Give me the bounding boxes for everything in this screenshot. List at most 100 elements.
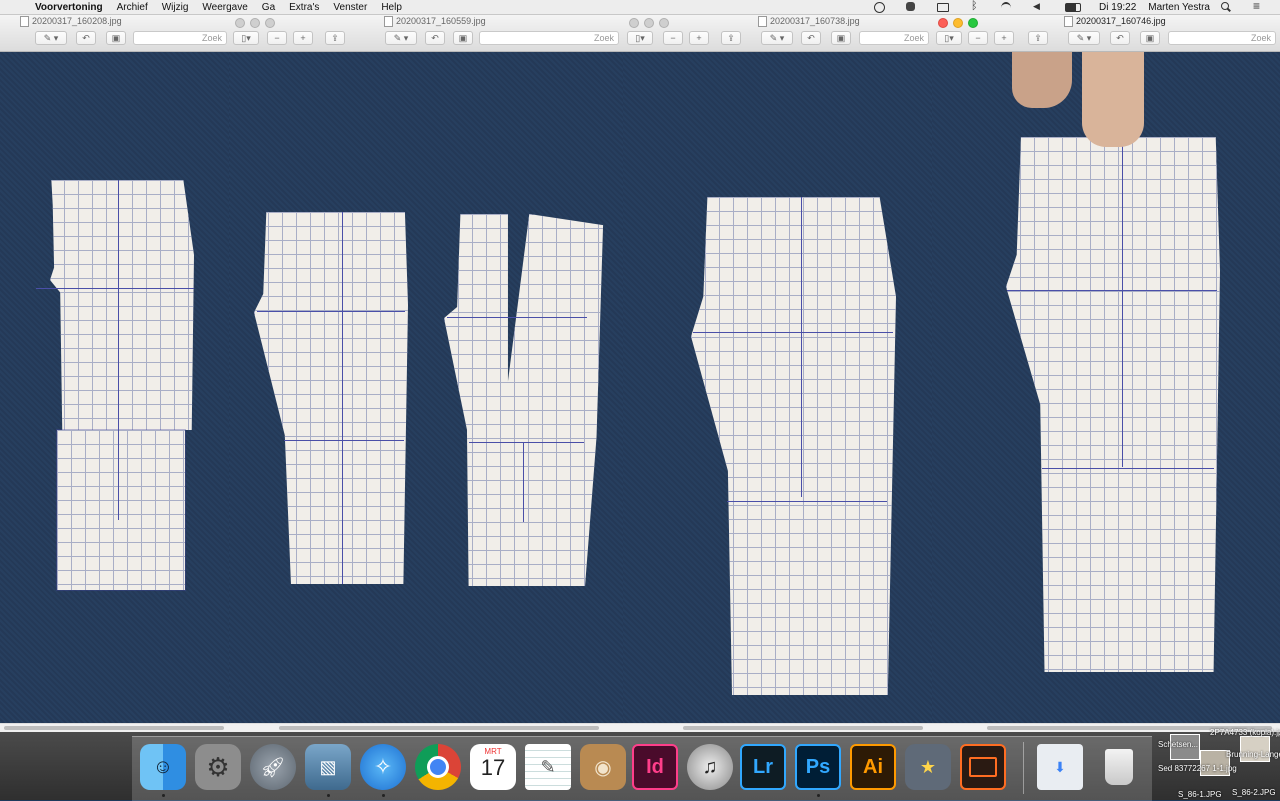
horizontal-scrollbar[interactable] [623, 723, 932, 732]
markup-button[interactable]: ✎ ▾ [761, 31, 793, 45]
menu-app-name[interactable]: Voorvertoning [28, 2, 110, 13]
search-field[interactable]: Zoek [1168, 31, 1276, 45]
close-button[interactable] [938, 18, 948, 28]
lightroom-icon[interactable]: Lr [740, 744, 786, 790]
bluetooth-icon[interactable] [969, 0, 993, 12]
time-machine-icon[interactable] [937, 2, 961, 12]
notification-center-icon[interactable] [1252, 0, 1276, 13]
preview-window-3[interactable]: 20200317_160738.jpg ▯▾ − + ⇪ ✎ ▾ ↶ ▣ Zoe… [623, 15, 932, 732]
rotate-button[interactable]: ↶ [801, 31, 821, 45]
search-field[interactable]: Zoek [859, 31, 929, 45]
markup-button[interactable]: ✎ ▾ [1068, 31, 1100, 45]
indesign-icon[interactable]: Id [632, 744, 678, 790]
desktop-file-label[interactable]: Sed 83772267 1-1.jpg [1158, 764, 1237, 773]
window-titlebar[interactable]: 20200317_160746.jpg ▯▾ − + ⇪ ✎ ▾ ↶ ▣ Zoe… [932, 15, 1280, 52]
search-field[interactable]: Zoek [133, 31, 227, 45]
menu-weergave[interactable]: Weergave [195, 2, 254, 13]
menu-ga[interactable]: Ga [255, 2, 282, 13]
zoom-button[interactable] [265, 18, 275, 28]
system-preferences-icon[interactable]: ⚙ [195, 744, 241, 790]
acrobat-icon[interactable] [960, 744, 1006, 790]
pattern-line [36, 288, 194, 289]
itunes-icon[interactable]: ♫ [687, 744, 733, 790]
preview-window-2[interactable]: 20200317_160559.jpg ▯▾ − + ⇪ ✎ ▾ ↶ ▣ Zoe… [229, 15, 624, 732]
launchpad-icon[interactable]: 🚀︎ [250, 744, 296, 790]
sidebar-button[interactable]: ▯▾ [936, 31, 962, 45]
image-capture-icon[interactable]: ★ [905, 744, 951, 790]
preview-window-4[interactable]: 20200317_160746.jpg ▯▾ − + ⇪ ✎ ▾ ↶ ▣ Zoe… [932, 15, 1280, 732]
pattern-piece [50, 180, 118, 430]
menubar-user[interactable]: Marten Yestra [1142, 2, 1216, 13]
search-field[interactable]: Zoek [479, 31, 619, 45]
pattern-piece [254, 212, 408, 584]
photoshop-icon[interactable]: Ps [795, 744, 841, 790]
zoom-in-button[interactable]: + [689, 31, 709, 45]
minimize-button[interactable] [644, 18, 654, 28]
toolbox-button[interactable]: ▣ [106, 31, 126, 45]
window-title: 20200317_160559.jpg [384, 16, 486, 28]
share-button[interactable]: ⇪ [721, 31, 741, 45]
markup-button[interactable]: ✎ ▾ [35, 31, 67, 45]
desktop-file-label[interactable]: Brunning-Langen...-2s.jpg [1226, 750, 1280, 759]
desktop-file-label[interactable]: S_86-1.JPG [1178, 790, 1222, 799]
menu-wijzig[interactable]: Wijzig [155, 2, 196, 13]
sidebar-button[interactable]: ▯▾ [627, 31, 653, 45]
window-titlebar[interactable]: 20200317_160559.jpg ▯▾ − + ⇪ ✎ ▾ ↶ ▣ Zoe… [229, 15, 624, 52]
trash-icon[interactable] [1096, 744, 1142, 790]
pattern-line [801, 197, 802, 497]
sidebar-button[interactable]: ▯▾ [233, 31, 259, 45]
zoom-out-button[interactable]: − [968, 31, 988, 45]
window-titlebar[interactable]: 20200317_160738.jpg ▯▾ − + ⇪ ✎ ▾ ↶ ▣ Zoe… [623, 15, 932, 52]
toolbox-button[interactable]: ▣ [453, 31, 473, 45]
rotate-button[interactable]: ↶ [1110, 31, 1130, 45]
zoom-out-button[interactable]: − [267, 31, 287, 45]
illustrator-icon[interactable]: Ai [850, 744, 896, 790]
pattern-piece [444, 214, 604, 586]
window-titlebar[interactable]: 20200317_160208.jpg ✎ ▾ ↶ ▣ Zoek [0, 15, 230, 52]
horizontal-scrollbar[interactable] [229, 723, 624, 732]
menubar-clock[interactable]: Di 19:22 [1093, 2, 1142, 13]
zoom-in-button[interactable]: + [293, 31, 313, 45]
desktop-file-label[interactable]: Schetsen... [1158, 740, 1198, 749]
contacts-icon[interactable]: ◉ [580, 744, 626, 790]
rotate-button[interactable]: ↶ [425, 31, 445, 45]
menu-archief[interactable]: Archief [110, 2, 155, 13]
minimize-button[interactable] [250, 18, 260, 28]
zoom-in-button[interactable]: + [994, 31, 1014, 45]
textedit-icon[interactable]: ✎ [525, 744, 571, 790]
volume-icon[interactable] [1033, 1, 1057, 12]
minimize-button[interactable] [953, 18, 963, 28]
safari-icon[interactable]: ✧ [360, 744, 406, 790]
downloads-stack-icon[interactable]: ⬇ [1037, 744, 1083, 790]
menu-help[interactable]: Help [374, 2, 409, 13]
creative-cloud-icon[interactable] [873, 2, 897, 13]
spotlight-icon[interactable] [1220, 2, 1244, 12]
toolbox-button[interactable]: ▣ [831, 31, 851, 45]
close-button[interactable] [235, 18, 245, 28]
calendar-icon[interactable]: MRT 17 [470, 744, 516, 790]
pattern-piece [57, 430, 185, 590]
menu-venster[interactable]: Venster [326, 2, 374, 13]
preview-window-1[interactable]: 20200317_160208.jpg ✎ ▾ ↶ ▣ Zoek [0, 15, 230, 732]
zoom-button[interactable] [659, 18, 669, 28]
battery-icon[interactable] [1065, 2, 1089, 12]
zoom-button[interactable] [968, 18, 978, 28]
preview-icon[interactable]: ▧ [305, 744, 351, 790]
share-button[interactable]: ⇪ [1028, 31, 1048, 45]
chrome-icon[interactable] [415, 744, 461, 790]
desktop-file-label[interactable]: 2P7A4733 (kopia).jpg [1210, 728, 1280, 737]
finder-icon[interactable]: ☺ [140, 744, 186, 790]
desktop-file-label[interactable]: S_86-2.JPG [1232, 788, 1276, 797]
markup-button[interactable]: ✎ ▾ [385, 31, 417, 45]
wifi-icon[interactable] [1001, 2, 1025, 12]
notification-badge-icon[interactable] [905, 2, 929, 12]
menu-extras[interactable]: Extra's [282, 2, 326, 13]
share-button[interactable]: ⇪ [325, 31, 345, 45]
pattern-line [257, 311, 405, 312]
image-canvas [623, 52, 932, 732]
horizontal-scrollbar[interactable] [0, 723, 230, 732]
zoom-out-button[interactable]: − [663, 31, 683, 45]
toolbox-button[interactable]: ▣ [1140, 31, 1160, 45]
close-button[interactable] [629, 18, 639, 28]
rotate-button[interactable]: ↶ [76, 31, 96, 45]
